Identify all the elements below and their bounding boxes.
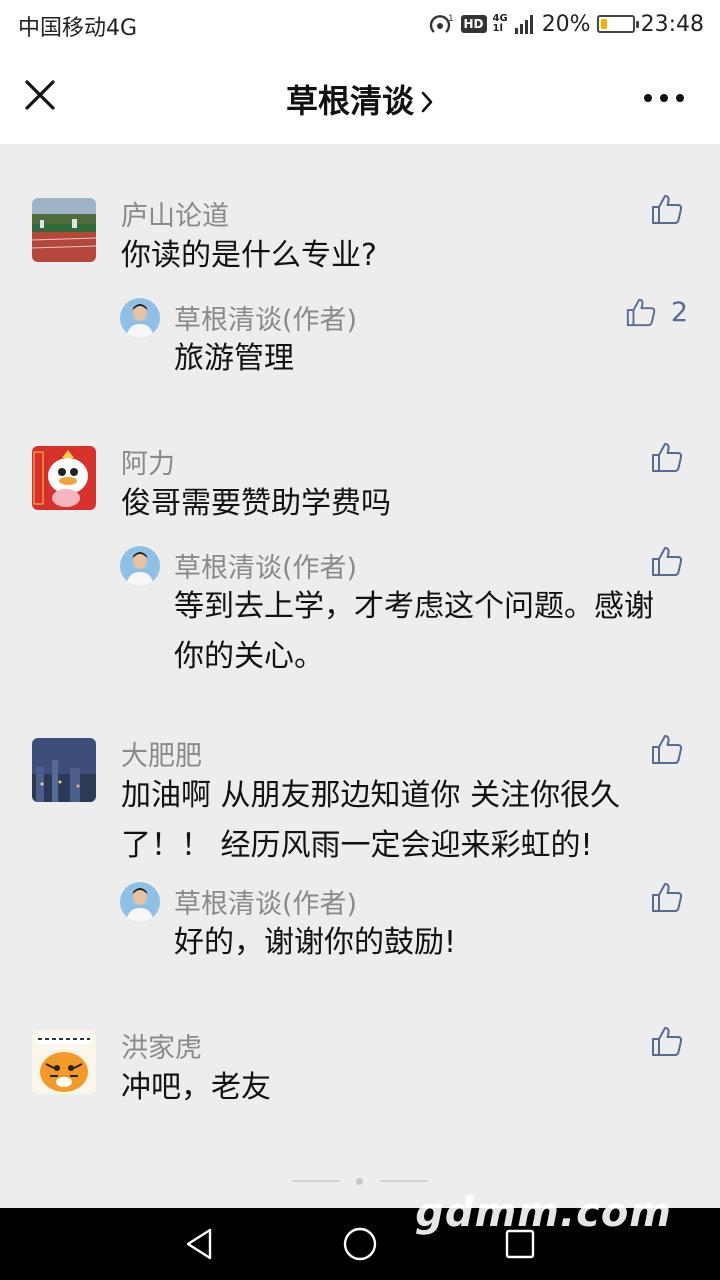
status-indicators: 1 HD 4G 1l 20% 23:48 bbox=[429, 9, 704, 39]
author-avatar-image bbox=[120, 546, 160, 586]
back-button[interactable] bbox=[182, 1226, 218, 1262]
battery-percent: 20% bbox=[541, 11, 591, 37]
top-navigation-bar: 草根清谈 bbox=[0, 50, 720, 144]
reply-like-button[interactable]: 2 bbox=[625, 296, 688, 328]
author-avatar[interactable] bbox=[120, 298, 160, 338]
reply-author-name[interactable]: 草根清谈(作者) bbox=[174, 882, 357, 921]
reply-like-button[interactable] bbox=[650, 880, 684, 914]
indicator-line bbox=[292, 1180, 340, 1182]
avatar[interactable] bbox=[32, 1030, 96, 1094]
network-type: 4G 1l bbox=[493, 14, 508, 34]
like-button[interactable] bbox=[650, 732, 684, 766]
thumbs-up-icon bbox=[652, 443, 683, 472]
commenter-name[interactable]: 庐山论道 bbox=[121, 194, 229, 233]
avatar-duck-sticker bbox=[32, 446, 96, 510]
avatar-city-night bbox=[32, 738, 96, 802]
more-dot bbox=[644, 94, 652, 102]
home-circle-icon bbox=[343, 1227, 377, 1261]
hotspot-icon: 1 bbox=[429, 13, 455, 35]
reply-text: 旅游管理 bbox=[174, 341, 294, 376]
page-title: 草根清谈 bbox=[285, 82, 414, 120]
hd-badge: HD bbox=[460, 15, 487, 33]
author-avatar[interactable] bbox=[120, 546, 160, 586]
comment-text: 你读的是什么专业? bbox=[121, 238, 377, 273]
back-triangle-icon bbox=[186, 1228, 212, 1260]
thumbs-up-icon bbox=[652, 1027, 683, 1056]
author-avatar-image bbox=[120, 298, 160, 338]
avatar[interactable] bbox=[32, 738, 96, 802]
avatar[interactable] bbox=[32, 198, 96, 262]
reply-text: 好的，谢谢你的鼓励! bbox=[174, 925, 457, 960]
watermark: gdmm.com bbox=[415, 1190, 672, 1236]
commenter-name[interactable]: 洪家虎 bbox=[121, 1026, 202, 1065]
thumbs-up-icon bbox=[626, 298, 656, 327]
thumbs-up-icon bbox=[652, 883, 683, 912]
status-bar: 中国移动4G 1 HD 4G 1l 20% 23:48 bbox=[0, 0, 720, 50]
battery-level-fill bbox=[600, 19, 607, 29]
commenter-name[interactable]: 大肥肥 bbox=[121, 734, 202, 773]
more-options-button[interactable] bbox=[644, 92, 684, 104]
reply-like-button[interactable] bbox=[650, 544, 684, 578]
account-title-link[interactable]: 草根清谈 bbox=[0, 76, 720, 122]
comment-text: 俊哥需要赞助学费吗 bbox=[121, 486, 391, 521]
commenter-name[interactable]: 阿力 bbox=[121, 442, 175, 481]
thumbs-up-icon bbox=[652, 547, 683, 576]
comment-text: 加油啊 从朋友那边知道你 关注你很久了！！ 经历风雨一定会迎来彩虹的! bbox=[121, 778, 621, 863]
reply-text: 等到去上学，才考虑这个问题。感谢你的关心。 bbox=[174, 589, 654, 674]
svg-text:1: 1 bbox=[448, 14, 454, 24]
indicator-dot bbox=[356, 1178, 363, 1185]
more-dot bbox=[676, 94, 684, 102]
battery-icon bbox=[596, 15, 639, 33]
thumbs-up-icon bbox=[652, 195, 683, 224]
page-indicator bbox=[0, 1178, 720, 1185]
like-button[interactable] bbox=[650, 1024, 684, 1058]
more-dot bbox=[660, 94, 668, 102]
indicator-line bbox=[380, 1180, 428, 1182]
network-activity-label: 1l bbox=[492, 23, 503, 34]
like-count: 2 bbox=[670, 296, 688, 328]
home-button[interactable] bbox=[342, 1226, 378, 1262]
author-avatar-image bbox=[120, 882, 160, 922]
avatar-field-image bbox=[32, 198, 96, 262]
author-avatar[interactable] bbox=[120, 882, 160, 922]
like-button[interactable] bbox=[650, 440, 684, 474]
comment-text: 冲吧，老友 bbox=[121, 1070, 271, 1105]
reply-author-name[interactable]: 草根清谈(作者) bbox=[174, 298, 357, 337]
chevron-right-icon bbox=[420, 84, 434, 122]
thumbs-up-icon bbox=[652, 735, 683, 764]
avatar[interactable] bbox=[32, 446, 96, 510]
reply-author-name[interactable]: 草根清谈(作者) bbox=[174, 546, 357, 585]
like-button[interactable] bbox=[650, 192, 684, 226]
carrier-label: 中国移动4G bbox=[18, 16, 138, 41]
clock: 23:48 bbox=[640, 11, 704, 37]
signal-icon bbox=[514, 13, 536, 35]
avatar-tiger-sticker bbox=[32, 1030, 96, 1094]
